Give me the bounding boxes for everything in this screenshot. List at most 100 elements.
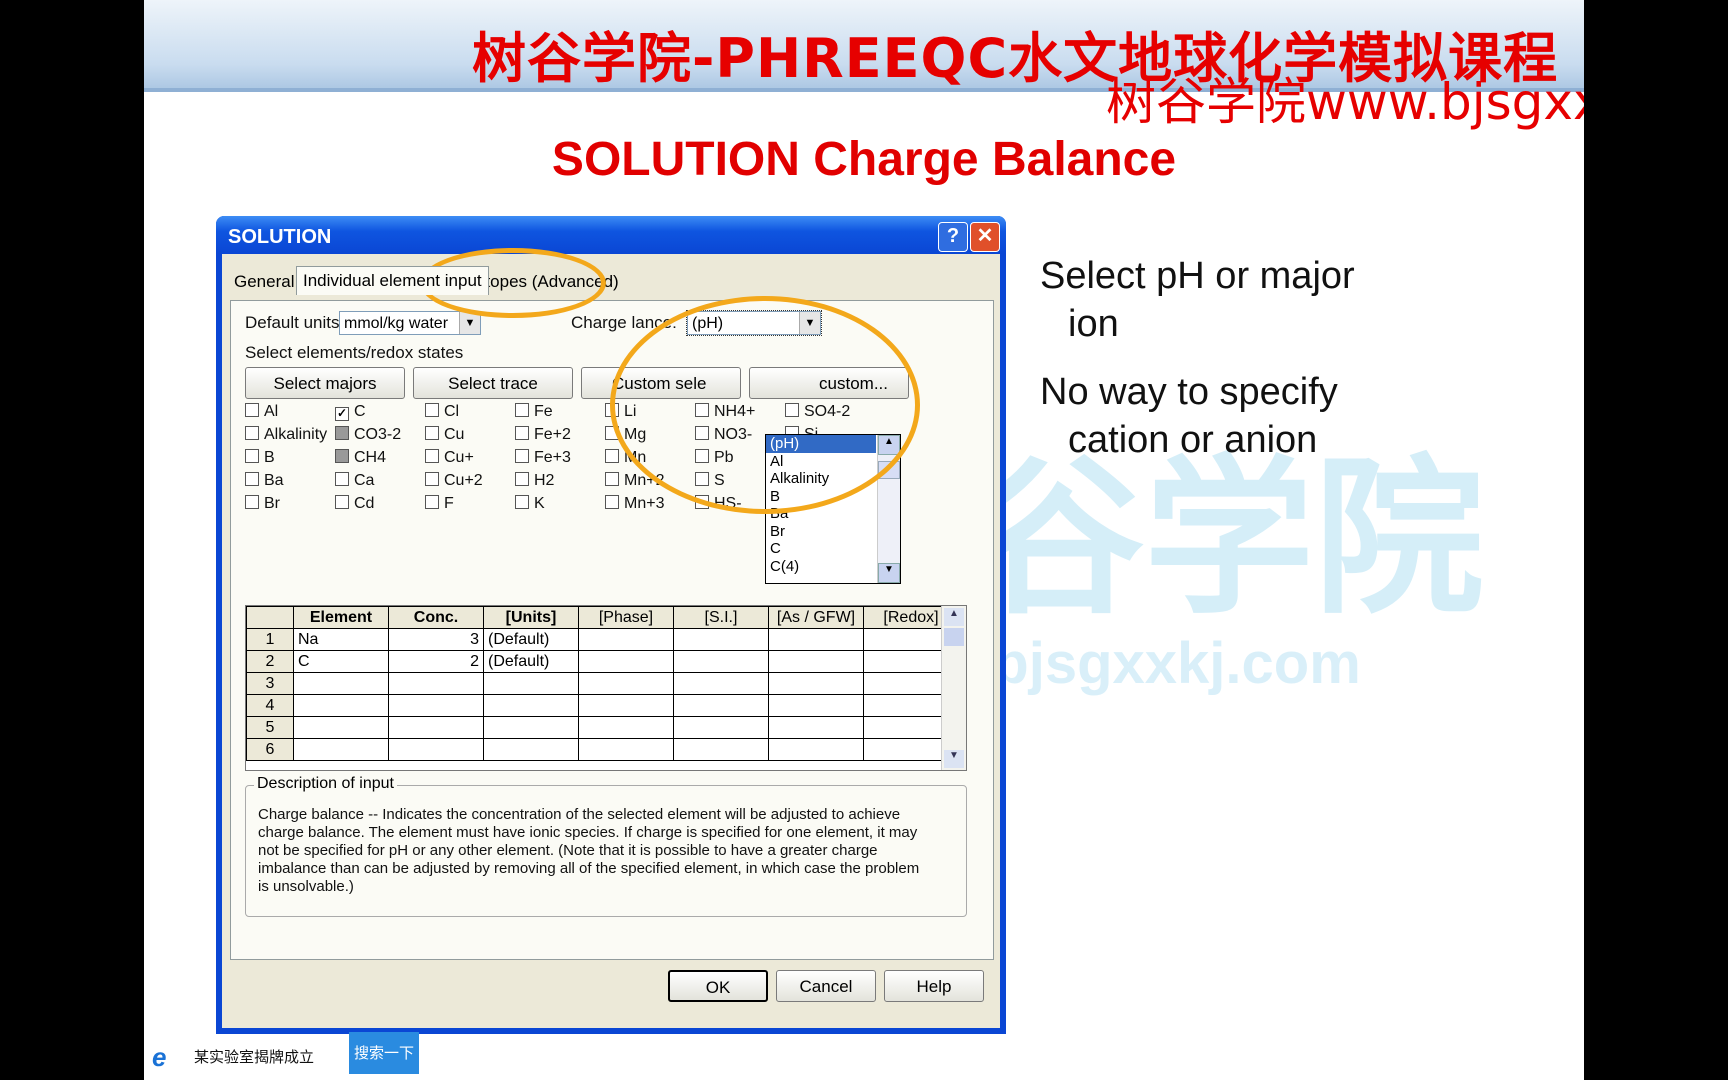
checkbox-k[interactable]: K — [515, 495, 545, 513]
dropdown-scrollbar[interactable]: ▲ ▼ — [877, 435, 900, 583]
checkbox-box[interactable] — [515, 403, 529, 417]
checkbox-box[interactable] — [425, 449, 439, 463]
grid-cell[interactable] — [578, 694, 674, 717]
checkbox-box[interactable] — [515, 472, 529, 486]
table-row[interactable]: 3 — [246, 672, 959, 695]
chevron-down-icon[interactable]: ▼ — [878, 563, 900, 583]
grid-cell[interactable] — [293, 738, 389, 761]
checkbox-box[interactable] — [425, 495, 439, 509]
grid-cell[interactable] — [483, 738, 579, 761]
checkbox-hs-[interactable]: HS- — [695, 495, 742, 513]
checkbox-cu-[interactable]: Cu+ — [425, 449, 474, 467]
scroll-thumb[interactable] — [878, 461, 900, 479]
grid-cell[interactable] — [673, 672, 769, 695]
grid-cell[interactable]: Na — [293, 628, 389, 651]
dropdown-option[interactable]: Br — [766, 523, 876, 541]
dropdown-option[interactable]: B — [766, 488, 876, 506]
grid-cell[interactable] — [578, 716, 674, 739]
dropdown-option[interactable]: (pH) — [766, 435, 876, 453]
checkbox-alkalinity[interactable]: Alkalinity — [245, 426, 327, 444]
checkbox-c[interactable]: ✓ C — [335, 403, 366, 421]
checkbox-cu[interactable]: Cu — [425, 426, 464, 444]
grid-cell[interactable] — [578, 672, 674, 695]
grid-cell[interactable] — [578, 738, 674, 761]
custom-select-button[interactable]: Custom sele — [581, 367, 741, 399]
grid-cell[interactable] — [768, 650, 864, 673]
checkbox-mn[interactable]: Mn — [605, 449, 646, 467]
checkbox-box[interactable] — [605, 426, 619, 440]
grid-cell[interactable] — [293, 716, 389, 739]
checkbox-box[interactable] — [425, 472, 439, 486]
dropdown-option[interactable]: Alkalinity — [766, 470, 876, 488]
grid-cell[interactable] — [293, 694, 389, 717]
grid-scrollbar[interactable]: ▲ ▼ — [941, 606, 966, 770]
grid-cell[interactable] — [673, 694, 769, 717]
grid-cell[interactable] — [483, 716, 579, 739]
ok-button[interactable]: OK — [668, 970, 768, 1002]
checkbox-fe-3[interactable]: Fe+3 — [515, 449, 571, 467]
chevron-down-icon[interactable]: ▼ — [799, 312, 820, 334]
table-row[interactable]: 5 — [246, 716, 959, 739]
news-ticker[interactable]: 某实验室揭牌成立 — [194, 1046, 314, 1067]
checkbox-box[interactable] — [245, 403, 259, 417]
checkbox-box[interactable] — [695, 426, 709, 440]
grid-header-cell[interactable]: [Phase] — [578, 606, 674, 629]
checkbox-s[interactable]: S — [695, 472, 725, 490]
select-trace-button[interactable]: Select trace — [413, 367, 573, 399]
chevron-down-icon[interactable]: ▼ — [944, 750, 964, 768]
checkbox-li[interactable]: Li — [605, 403, 636, 421]
checkbox-box[interactable] — [425, 426, 439, 440]
grid-cell[interactable] — [673, 716, 769, 739]
grid-cell[interactable] — [578, 628, 674, 651]
grid-cell[interactable] — [673, 628, 769, 651]
checkbox-box[interactable] — [605, 472, 619, 486]
tab-general[interactable]: General — [234, 272, 294, 292]
grid-cell[interactable] — [578, 650, 674, 673]
chevron-down-icon[interactable]: ▼ — [459, 312, 480, 334]
checkmark-icon[interactable]: ✓ — [335, 407, 349, 421]
checkbox-box[interactable] — [515, 495, 529, 509]
checkbox-cl[interactable]: Cl — [425, 403, 459, 421]
checkbox-ca[interactable]: Ca — [335, 472, 374, 490]
grid-cell[interactable]: (Default) — [483, 628, 579, 651]
custom-edit-button[interactable]: custom... — [749, 367, 909, 399]
grid-cell[interactable]: 3 — [388, 628, 484, 651]
checkbox-box[interactable] — [335, 426, 349, 440]
charge-balance-select[interactable]: (pH) ▼ — [686, 310, 822, 336]
grid-cell[interactable] — [768, 738, 864, 761]
checkbox-box[interactable] — [515, 426, 529, 440]
table-row[interactable]: 2 C 2 (Default) — [246, 650, 959, 673]
grid-cell[interactable]: 2 — [388, 650, 484, 673]
checkbox-box[interactable] — [515, 449, 529, 463]
checkbox-box[interactable] — [245, 449, 259, 463]
checkbox-ch4[interactable]: CH4 — [335, 449, 386, 467]
checkbox-fe[interactable]: Fe — [515, 403, 553, 421]
grid-header-cell[interactable]: Element — [293, 606, 389, 629]
checkbox-no3-[interactable]: NO3- — [695, 426, 752, 444]
dialog-titlebar[interactable]: SOLUTION ? ✕ — [216, 216, 1006, 254]
checkbox-box[interactable] — [245, 426, 259, 440]
checkbox-f[interactable]: F — [425, 495, 454, 513]
grid-cell[interactable] — [768, 672, 864, 695]
checkbox-fe-2[interactable]: Fe+2 — [515, 426, 571, 444]
checkbox-box[interactable] — [335, 449, 349, 463]
table-row[interactable]: 6 — [246, 738, 959, 761]
checkbox-b[interactable]: B — [245, 449, 275, 467]
grid-header-cell[interactable] — [246, 606, 294, 629]
checkbox-so4-2[interactable]: SO4-2 — [785, 403, 850, 421]
tab-isotopes[interactable]: otopes (Advanced) — [476, 272, 619, 292]
checkbox-box[interactable] — [695, 403, 709, 417]
select-majors-button[interactable]: Select majors — [245, 367, 405, 399]
table-row[interactable]: 1 Na 3 (Default) — [246, 628, 959, 651]
grid-header-cell[interactable]: [Units] — [483, 606, 579, 629]
checkbox-h2[interactable]: H2 — [515, 472, 554, 490]
chevron-up-icon[interactable]: ▲ — [944, 608, 964, 626]
grid-cell[interactable] — [768, 628, 864, 651]
table-row[interactable]: 4 — [246, 694, 959, 717]
checkbox-box[interactable] — [785, 403, 799, 417]
dropdown-option[interactable]: C — [766, 540, 876, 558]
grid-cell[interactable] — [483, 672, 579, 695]
grid-header-cell[interactable]: [S.I.] — [673, 606, 769, 629]
checkbox-al[interactable]: Al — [245, 403, 278, 421]
checkbox-mg[interactable]: Mg — [605, 426, 646, 444]
